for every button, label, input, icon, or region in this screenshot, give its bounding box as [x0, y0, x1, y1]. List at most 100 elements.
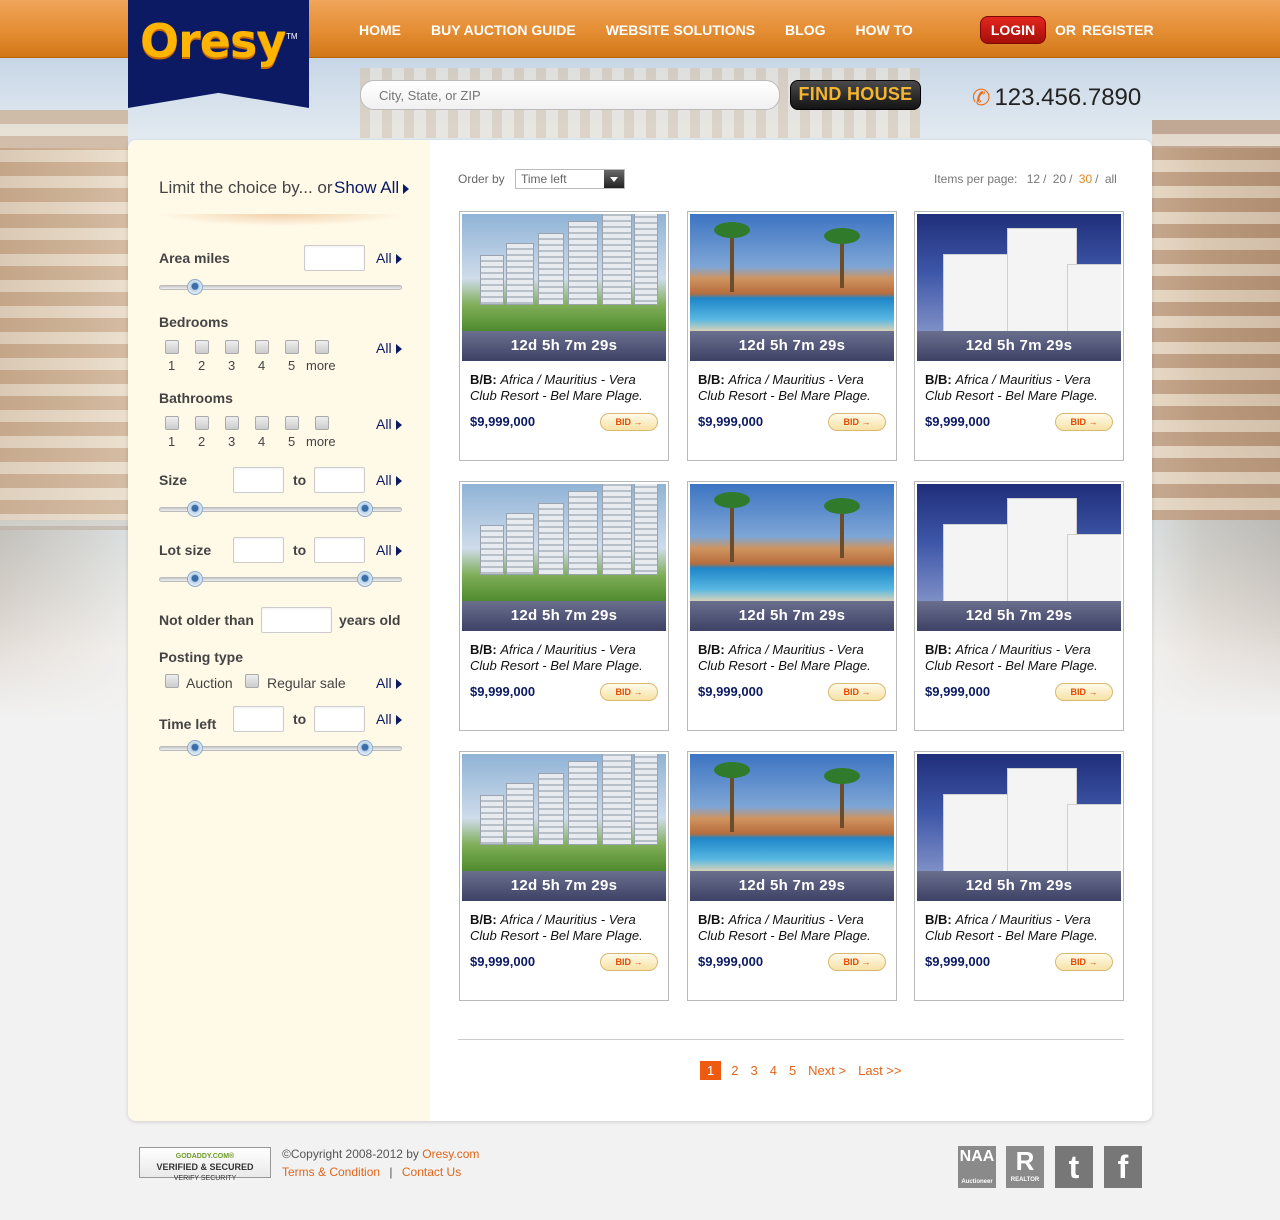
- nav-website-solutions[interactable]: WEBSITE SOLUTIONS: [591, 22, 770, 38]
- area-miles-all-link[interactable]: All: [376, 250, 402, 266]
- nav-buy-auction-guide[interactable]: BUY AUCTION GUIDE: [416, 22, 591, 38]
- listing-image[interactable]: [917, 484, 1121, 601]
- naa-auctioneer-icon[interactable]: NAA Auctioneer: [958, 1146, 996, 1188]
- page-link[interactable]: 5: [789, 1063, 796, 1078]
- listing-image[interactable]: [462, 754, 666, 871]
- nav-how-to[interactable]: HOW TO: [840, 22, 927, 38]
- listing-description[interactable]: B/B: Africa / Mauritius - Vera Club Reso…: [470, 372, 662, 404]
- copyright-link[interactable]: Oresy.com: [422, 1147, 479, 1161]
- lot-size-all-link[interactable]: All: [376, 542, 402, 558]
- next-page-link[interactable]: Next >: [808, 1063, 846, 1078]
- listing-card[interactable]: 12d 5h 7m 29s B/B: Africa / Mauritius - V…: [459, 481, 669, 731]
- not-older-input[interactable]: [261, 607, 332, 633]
- bedrooms-checkbox-more[interactable]: [315, 340, 329, 354]
- slider-handle-max[interactable]: [357, 740, 373, 756]
- show-all-link[interactable]: Show All: [334, 178, 410, 198]
- listing-image[interactable]: [917, 214, 1121, 331]
- page-link[interactable]: 4: [770, 1063, 777, 1078]
- listing-description[interactable]: B/B: Africa / Mauritius - Vera Club Reso…: [470, 912, 662, 944]
- bathrooms-checkbox-3[interactable]: [225, 416, 239, 430]
- ipp-option-12[interactable]: 12: [1027, 172, 1040, 186]
- register-link[interactable]: REGISTER: [1082, 22, 1154, 38]
- bid-button[interactable]: BID →: [1055, 953, 1113, 971]
- bathrooms-checkbox-5[interactable]: [285, 416, 299, 430]
- listing-image[interactable]: [462, 214, 666, 331]
- realtor-icon[interactable]: R REALTOR: [1006, 1146, 1044, 1188]
- auction-checkbox[interactable]: [165, 674, 179, 688]
- terms-link[interactable]: Terms & Condition: [282, 1165, 380, 1179]
- last-page-link[interactable]: Last >>: [858, 1063, 901, 1078]
- area-miles-input[interactable]: [304, 245, 365, 271]
- facebook-icon[interactable]: f: [1104, 1146, 1142, 1188]
- page-link[interactable]: 2: [731, 1063, 738, 1078]
- listing-card[interactable]: 12d 5h 7m 29s B/B: Africa / Mauritius - V…: [459, 751, 669, 1001]
- listing-description[interactable]: B/B: Africa / Mauritius - Vera Club Reso…: [925, 912, 1117, 944]
- listing-card[interactable]: 12d 5h 7m 29s B/B: Africa / Mauritius - V…: [914, 481, 1124, 731]
- area-miles-slider[interactable]: [159, 279, 402, 295]
- listing-card[interactable]: 12d 5h 7m 29s B/B: Africa / Mauritius - V…: [687, 751, 897, 1001]
- bathrooms-checkbox-more[interactable]: [315, 416, 329, 430]
- bathrooms-checkbox-1[interactable]: [165, 416, 179, 430]
- bid-button[interactable]: BID →: [828, 413, 886, 431]
- time-left-all-link[interactable]: All: [376, 711, 402, 727]
- posting-type-all-link[interactable]: All: [376, 675, 402, 691]
- slider-handle-max[interactable]: [357, 571, 373, 587]
- bid-button[interactable]: BID →: [600, 683, 658, 701]
- listing-card[interactable]: 12d 5h 7m 29s B/B: Africa / Mauritius - V…: [914, 751, 1124, 1001]
- find-house-button[interactable]: FIND HOUSE: [790, 80, 921, 110]
- listing-card[interactable]: 12d 5h 7m 29s B/B: Africa / Mauritius - V…: [687, 211, 897, 461]
- size-all-link[interactable]: All: [376, 472, 402, 488]
- listing-card[interactable]: 12d 5h 7m 29s B/B: Africa / Mauritius - V…: [914, 211, 1124, 461]
- slider-handle-min[interactable]: [187, 501, 203, 517]
- bid-button[interactable]: BID →: [600, 413, 658, 431]
- ipp-option-all[interactable]: all: [1105, 172, 1117, 186]
- time-left-max-input[interactable]: [314, 706, 365, 732]
- lot-size-slider[interactable]: [159, 571, 402, 587]
- listing-image[interactable]: [462, 484, 666, 601]
- listing-description[interactable]: B/B: Africa / Mauritius - Vera Club Reso…: [698, 372, 890, 404]
- regular-sale-checkbox[interactable]: [245, 674, 259, 688]
- page-current[interactable]: 1: [700, 1061, 722, 1080]
- listing-image[interactable]: [690, 484, 894, 601]
- listing-description[interactable]: B/B: Africa / Mauritius - Vera Club Reso…: [925, 642, 1117, 674]
- bedrooms-checkbox-4[interactable]: [255, 340, 269, 354]
- ipp-option-20[interactable]: 20: [1053, 172, 1066, 186]
- twitter-icon[interactable]: t: [1055, 1146, 1093, 1188]
- bid-button[interactable]: BID →: [600, 953, 658, 971]
- contact-link[interactable]: Contact Us: [402, 1165, 461, 1179]
- bedrooms-checkbox-5[interactable]: [285, 340, 299, 354]
- listing-description[interactable]: B/B: Africa / Mauritius - Vera Club Reso…: [698, 642, 890, 674]
- time-left-slider[interactable]: [159, 740, 402, 756]
- size-min-input[interactable]: [233, 467, 284, 493]
- login-button[interactable]: LOGIN: [980, 16, 1046, 44]
- size-slider[interactable]: [159, 501, 402, 517]
- lot-size-max-input[interactable]: [314, 537, 365, 563]
- bathrooms-checkbox-4[interactable]: [255, 416, 269, 430]
- bid-button[interactable]: BID →: [828, 683, 886, 701]
- listing-description[interactable]: B/B: Africa / Mauritius - Vera Club Reso…: [698, 912, 890, 944]
- nav-blog[interactable]: BLOG: [770, 22, 840, 38]
- bathrooms-all-link[interactable]: All: [376, 416, 402, 432]
- search-input[interactable]: [360, 80, 780, 110]
- listing-image[interactable]: [690, 754, 894, 871]
- bid-button[interactable]: BID →: [1055, 683, 1113, 701]
- slider-handle-max[interactable]: [357, 501, 373, 517]
- bid-button[interactable]: BID →: [828, 953, 886, 971]
- bedrooms-checkbox-3[interactable]: [225, 340, 239, 354]
- page-link[interactable]: 3: [750, 1063, 757, 1078]
- slider-handle[interactable]: [187, 279, 203, 295]
- slider-handle-min[interactable]: [187, 740, 203, 756]
- logo[interactable]: Oresy: [140, 14, 286, 68]
- bid-button[interactable]: BID →: [1055, 413, 1113, 431]
- listing-description[interactable]: B/B: Africa / Mauritius - Vera Club Reso…: [470, 642, 662, 674]
- nav-home[interactable]: HOME: [344, 22, 416, 38]
- listing-image[interactable]: [690, 214, 894, 331]
- slider-handle-min[interactable]: [187, 571, 203, 587]
- godaddy-secured-badge[interactable]: GODADDY.COM® VERIFIED & SECURED VERIFY S…: [139, 1147, 271, 1182]
- lot-size-min-input[interactable]: [233, 537, 284, 563]
- bedrooms-checkbox-2[interactable]: [195, 340, 209, 354]
- bedrooms-checkbox-1[interactable]: [165, 340, 179, 354]
- listing-card[interactable]: 12d 5h 7m 29s B/B: Africa / Mauritius - V…: [459, 211, 669, 461]
- listing-card[interactable]: 12d 5h 7m 29s B/B: Africa / Mauritius - V…: [687, 481, 897, 731]
- chevron-down-icon[interactable]: [604, 170, 624, 188]
